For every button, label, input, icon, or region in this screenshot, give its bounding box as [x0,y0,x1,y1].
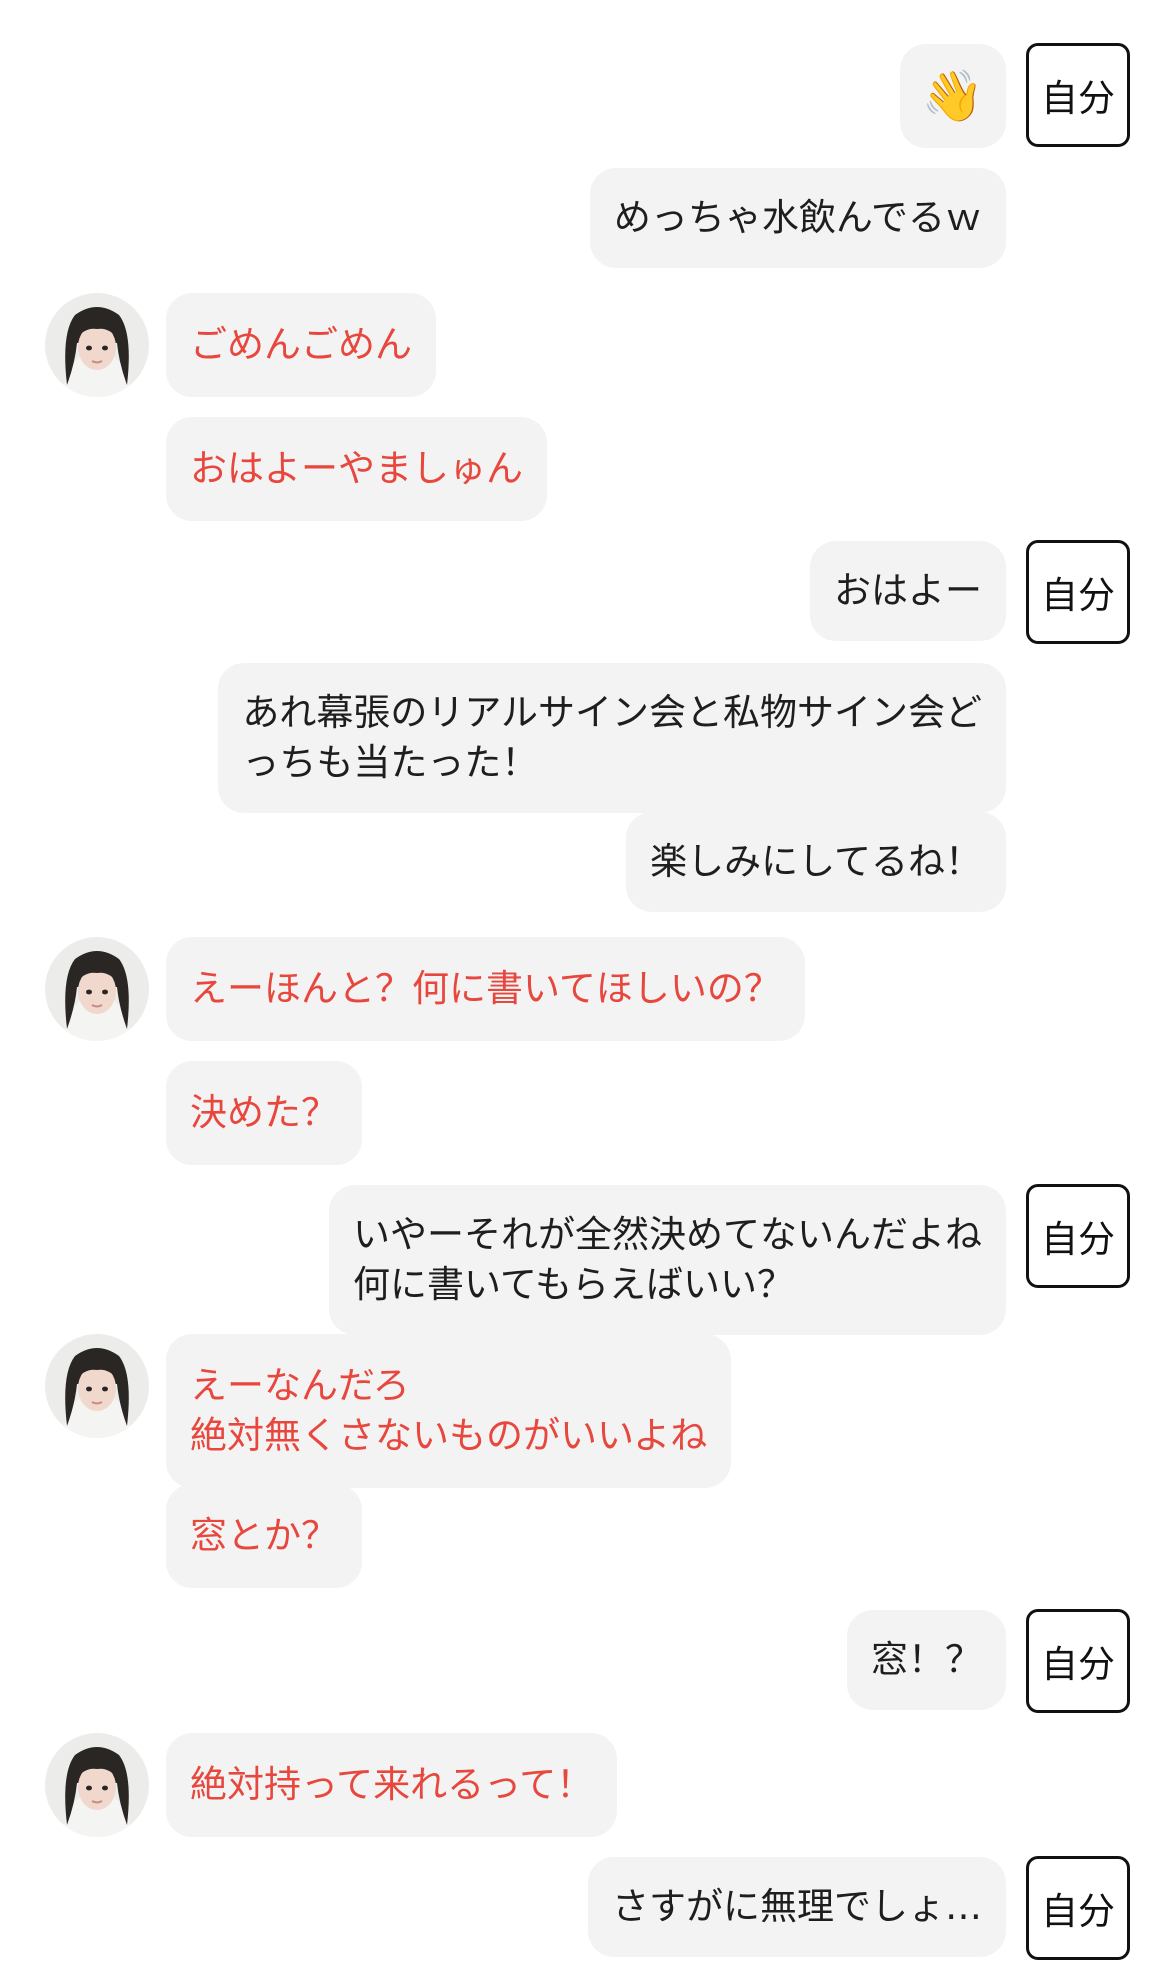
self-label-badge: 自分 [1026,1609,1130,1713]
other-message-bubble: 窓とか？ [166,1484,362,1588]
message-text: 楽しみにしてるね！ [650,840,982,883]
avatar-portrait-icon [45,293,149,397]
other-message-bubble: えーなんだろ 絶対無くさないものがいいよね [166,1334,732,1488]
self-label-badge: 自分 [1026,43,1130,147]
avatar-portrait-icon [45,937,149,1041]
self-label: 自分 [1041,1890,1115,1933]
other-message-bubble: 絶対持って来れるって！ [166,1733,618,1837]
self-label: 自分 [1041,77,1115,120]
message-text: えーなんだろ 絶対無くさないものがいいよね [190,1364,708,1457]
message-text: おはよーやましゅん [190,447,523,490]
message-text: さすがに無理でしょ… [612,1885,982,1928]
self-label: 自分 [1041,1218,1115,1261]
avatar [45,293,149,397]
other-message-bubble: 決めた？ [166,1061,362,1165]
chat-thread: 👋 自分 めっちゃ水飲んでるｗ ごめんごめん おはよーやましゅん おはよー 自分… [0,0,1169,1988]
message-text: おはよー [834,569,982,612]
message-text: えーほんと？何に書いてほしいの？ [190,967,781,1010]
message-text: ごめんごめん [190,323,412,366]
message-text: 決めた？ [190,1091,338,1134]
self-label-badge: 自分 [1026,1856,1130,1960]
self-message-bubble: 窓！？ [847,1610,1006,1710]
self-label: 自分 [1041,574,1115,617]
self-message-bubble: 👋 [899,44,1006,148]
message-text: 窓！？ [871,1638,982,1681]
self-label-badge: 自分 [1026,1184,1130,1288]
self-message-bubble: さすがに無理でしょ… [588,1857,1006,1957]
self-message-bubble: 楽しみにしてるね！ [626,812,1006,912]
self-label-badge: 自分 [1026,540,1130,644]
other-message-bubble: えーほんと？何に書いてほしいの？ [166,937,805,1041]
other-message-bubble: おはよーやましゅん [166,417,547,521]
self-message-bubble: めっちゃ水飲んでるｗ [589,168,1006,268]
avatar [45,1334,149,1438]
self-message-bubble: あれ幕張のリアルサイン会と私物サイン会ど っちも当たった！ [218,663,1006,813]
avatar-portrait-icon [45,1733,149,1837]
message-text: めっちゃ水飲んでるｗ [613,196,982,239]
avatar [45,937,149,1041]
self-message-bubble: いやーそれが全然決めてないんだよね 何に書いてもらえばいい？ [329,1185,1006,1335]
self-message-bubble: おはよー [810,541,1006,641]
message-text: 窓とか？ [190,1514,338,1557]
avatar [45,1733,149,1837]
self-label: 自分 [1041,1643,1115,1686]
message-text: いやーそれが全然決めてないんだよね 何に書いてもらえばいい？ [353,1213,982,1306]
message-text: あれ幕張のリアルサイン会と私物サイン会ど っちも当たった！ [242,691,982,784]
message-text: 👋 [921,67,984,125]
avatar-portrait-icon [45,1334,149,1438]
message-text: 絶対持って来れるって！ [190,1763,594,1806]
other-message-bubble: ごめんごめん [166,293,436,397]
